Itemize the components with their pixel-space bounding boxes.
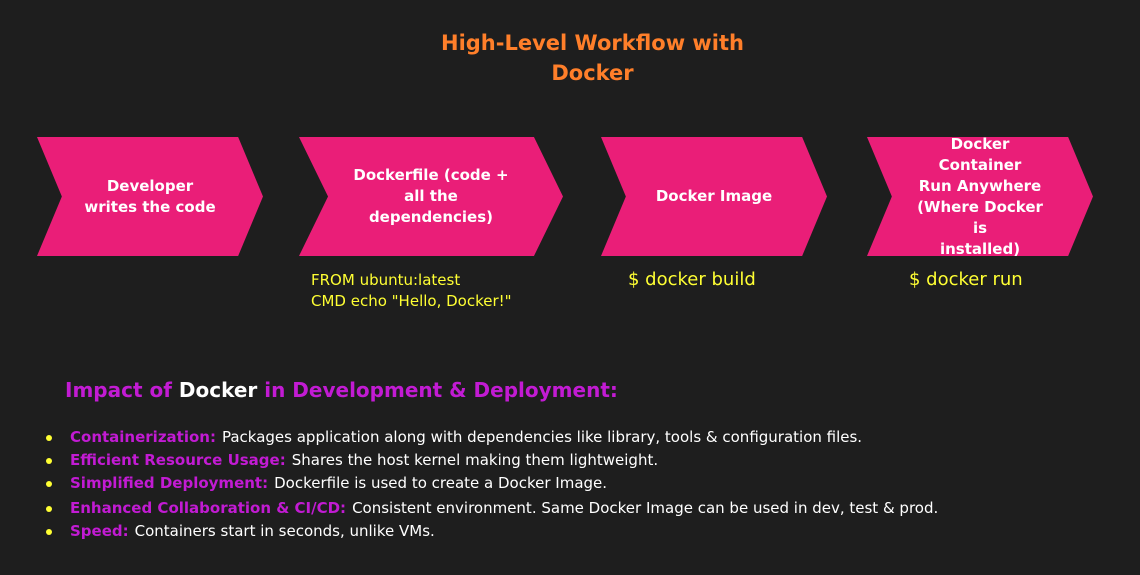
dockerfile-code-snippet: FROM ubuntu:latest CMD echo "Hello, Dock… — [311, 270, 512, 312]
step-label-line: (Where Docker is — [917, 197, 1043, 237]
step-label-line: installed) — [939, 239, 1021, 258]
workflow-step-docker-container: Docker Container Run Anywhere (Where Doc… — [867, 137, 1093, 256]
bullet-icon — [46, 458, 52, 464]
step-label-line: Developer — [106, 176, 194, 195]
title-line-1: High-Level Workflow with — [441, 31, 744, 55]
impact-description: Dockerfile is used to create a Docker Im… — [274, 474, 608, 492]
impact-term: Enhanced Collaboration & CI/CD: — [70, 499, 347, 517]
list-item: Enhanced Collaboration & CI/CD: Consisten… — [46, 497, 938, 520]
step-label-line: Dockerfile (code + — [353, 166, 509, 184]
step-label-line: all the dependencies) — [368, 187, 494, 226]
list-item: Containerization: Packages application al… — [46, 426, 938, 449]
impact-term: Containerization: — [70, 428, 216, 446]
impact-heading-suffix: in Development & Deployment: — [264, 378, 618, 402]
step-label-line: Docker Container — [938, 134, 1022, 174]
impact-heading: Impact of Docker in Development & Deploy… — [65, 378, 618, 402]
step-label-line: writes the code — [84, 197, 216, 216]
code-line: FROM ubuntu:latest — [311, 271, 461, 289]
code-line: CMD echo "Hello, Docker!" — [311, 292, 512, 310]
impact-heading-prefix: Impact of — [65, 378, 172, 402]
workflow-step-developer: Developer writes the code — [37, 137, 263, 256]
impact-description: Shares the host kernel making them light… — [291, 451, 659, 469]
impact-term: Efficient Resource Usage: — [70, 451, 286, 469]
impact-term: Speed: — [70, 522, 129, 540]
bullet-icon — [46, 481, 52, 487]
impact-description: Containers start in seconds, unlike VMs. — [134, 522, 435, 540]
list-item: Speed: Containers start in seconds, unlik… — [46, 520, 938, 543]
impact-heading-highlight: Docker — [178, 378, 258, 402]
workflow-step-dockerfile: Dockerfile (code + all the dependencies) — [299, 137, 563, 256]
title-line-2: Docker — [551, 61, 634, 85]
impact-description: Packages application along with dependen… — [221, 428, 863, 446]
docker-run-command: $ docker run — [909, 269, 1023, 290]
workflow-step-docker-image: Docker Image — [601, 137, 827, 256]
docker-build-command: $ docker build — [628, 269, 756, 290]
bullet-icon — [46, 529, 52, 535]
step-label-line: Run Anywhere — [918, 176, 1042, 195]
list-item: Simplified Deployment: Dockerfile is used… — [46, 472, 938, 495]
page-title: High-Level Workflow with Docker — [0, 28, 1140, 88]
bullet-icon — [46, 435, 52, 441]
impact-description: Consistent environment. Same Docker Imag… — [352, 499, 939, 517]
list-item: Efficient Resource Usage: Shares the host… — [46, 449, 938, 472]
step-label-line: Docker Image — [655, 187, 773, 205]
bullet-icon — [46, 506, 52, 512]
impact-list: Containerization: Packages application al… — [46, 426, 938, 543]
impact-term: Simplified Deployment: — [70, 474, 269, 492]
